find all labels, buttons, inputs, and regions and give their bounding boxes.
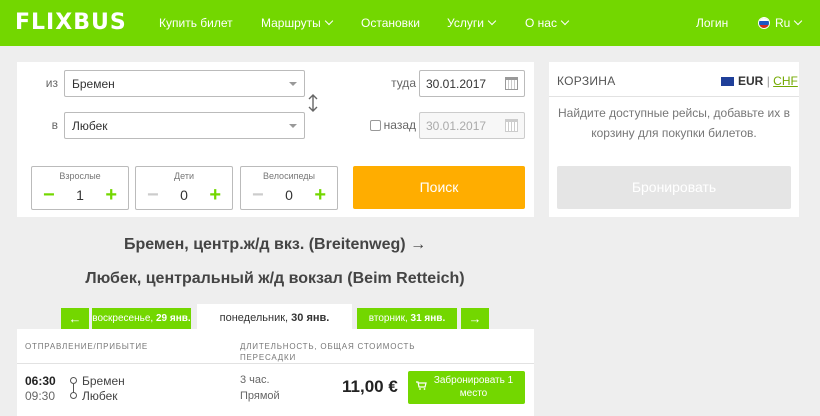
route-title-line1: Бремен, центр.ж/д вкз. (Breitenweg) → (123, 236, 427, 253)
return-checkbox[interactable] (370, 120, 381, 131)
cart-icon (416, 381, 427, 390)
from-label: из (45, 76, 58, 90)
language-selector[interactable]: Ru (775, 16, 803, 30)
header-duration-line2: пересадки (240, 353, 296, 362)
chevron-down-icon (487, 16, 497, 26)
trip-duration: 3 час. (240, 374, 270, 386)
bikes-label: Велосипеды (263, 171, 315, 181)
prev-day-arrow[interactable]: ← (61, 308, 89, 329)
departure-stop-icon (70, 377, 77, 384)
currency-chf[interactable]: CHF (773, 74, 798, 88)
return-date-value: 30.01.2017 (426, 119, 487, 133)
from-value: Бремен (72, 77, 115, 91)
depart-label: туда (391, 76, 416, 90)
currency-separator: | (766, 74, 770, 88)
nav-buy-ticket[interactable]: Купить билет (159, 16, 233, 30)
top-navigation-bar: FLIXBUS Купить билет Маршруты Остановки … (0, 0, 820, 46)
day-tab-prev[interactable]: воскресенье, 29 янв. (92, 308, 191, 329)
next-day-arrow[interactable]: → (461, 308, 489, 329)
next-weekday: вторник, (368, 313, 408, 324)
return-label: назад (383, 118, 416, 132)
dropdown-arrow-icon (289, 124, 297, 128)
calendar-icon (505, 119, 518, 132)
prev-date: 29 янв. (155, 313, 191, 324)
search-button[interactable]: Поиск (353, 166, 525, 209)
header-duration-line1: Длительность, общая стоимость (240, 342, 416, 351)
next-date: 31 янв. (410, 313, 446, 324)
dropdown-arrow-icon (289, 82, 297, 86)
adults-label: Взрослые (59, 171, 101, 181)
header-departure-arrival: Отправление/прибытие (25, 342, 149, 351)
chevron-down-icon (560, 16, 570, 26)
adults-counter: Взрослые − 1 + (31, 166, 129, 210)
chevron-down-icon (324, 16, 334, 26)
nav-routes-label: Маршруты (261, 16, 321, 30)
reserve-button[interactable]: Забронировать 1 место (408, 371, 525, 404)
header-duration: Длительность, общая стоимость пересадки (240, 341, 415, 363)
children-counter: Дети − 0 + (135, 166, 233, 210)
cart-title: КОРЗИНА (557, 74, 616, 88)
from-city: Бремен (82, 374, 125, 388)
trip-price: 11,00 € (342, 377, 398, 396)
calendar-icon (505, 77, 518, 90)
children-label: Дети (174, 171, 194, 181)
currency-eur[interactable]: EUR (738, 74, 763, 88)
day-tab-next[interactable]: вторник, 31 янв. (357, 308, 457, 329)
results-divider (17, 363, 534, 364)
nav-stops[interactable]: Остановки (361, 16, 420, 30)
to-city: Любек (82, 389, 118, 403)
chevron-down-icon (794, 16, 803, 26)
swap-icon[interactable] (307, 94, 319, 112)
depart-date-input[interactable]: 30.01.2017 (419, 70, 525, 97)
current-date: 30 янв. (291, 312, 330, 324)
children-plus-button[interactable]: + (209, 185, 221, 205)
cart-divider (549, 96, 799, 97)
flixbus-logo[interactable]: FLIXBUS (15, 10, 127, 35)
russian-flag-icon (758, 17, 770, 29)
day-tab-current[interactable]: понедельник, 30 янв. (197, 304, 352, 330)
return-date-input[interactable]: 30.01.2017 (419, 112, 525, 139)
language-label: Ru (775, 16, 791, 30)
trip-transfers: Прямой (240, 390, 280, 402)
arrival-stop-icon (70, 392, 77, 399)
route-title-line2: Любек, центральный ж/д вокзал (Beim Rett… (85, 270, 465, 287)
nav-login[interactable]: Логин (696, 16, 728, 30)
nav-services[interactable]: Услуги (447, 16, 497, 30)
depart-date-value: 30.01.2017 (426, 77, 487, 91)
bikes-plus-button[interactable]: + (314, 185, 326, 205)
nav-routes[interactable]: Маршруты (261, 16, 334, 30)
to-label: в (51, 118, 58, 132)
cart-empty-message: Найдите доступные рейсы, добавьте их в к… (558, 106, 790, 140)
book-button[interactable]: Бронировать (557, 166, 791, 209)
nav-about-label: О нас (525, 16, 557, 30)
nav-services-label: Услуги (447, 16, 484, 30)
adults-plus-button[interactable]: + (105, 185, 117, 205)
bikes-counter: Велосипеды − 0 + (240, 166, 338, 210)
currency-switcher: EUR | CHF (721, 74, 798, 88)
departure-time: 06:30 (25, 374, 56, 388)
arrival-time: 09:30 (25, 389, 56, 403)
to-select[interactable]: Любек (64, 112, 305, 139)
prev-weekday: воскресенье, (92, 313, 154, 324)
to-value: Любек (72, 119, 108, 133)
nav-about[interactable]: О нас (525, 16, 570, 30)
from-select[interactable]: Бремен (64, 70, 305, 97)
reserve-button-label: Забронировать 1 место (433, 375, 514, 399)
eu-flag-icon (721, 77, 734, 86)
current-weekday: понедельник, (219, 312, 289, 324)
